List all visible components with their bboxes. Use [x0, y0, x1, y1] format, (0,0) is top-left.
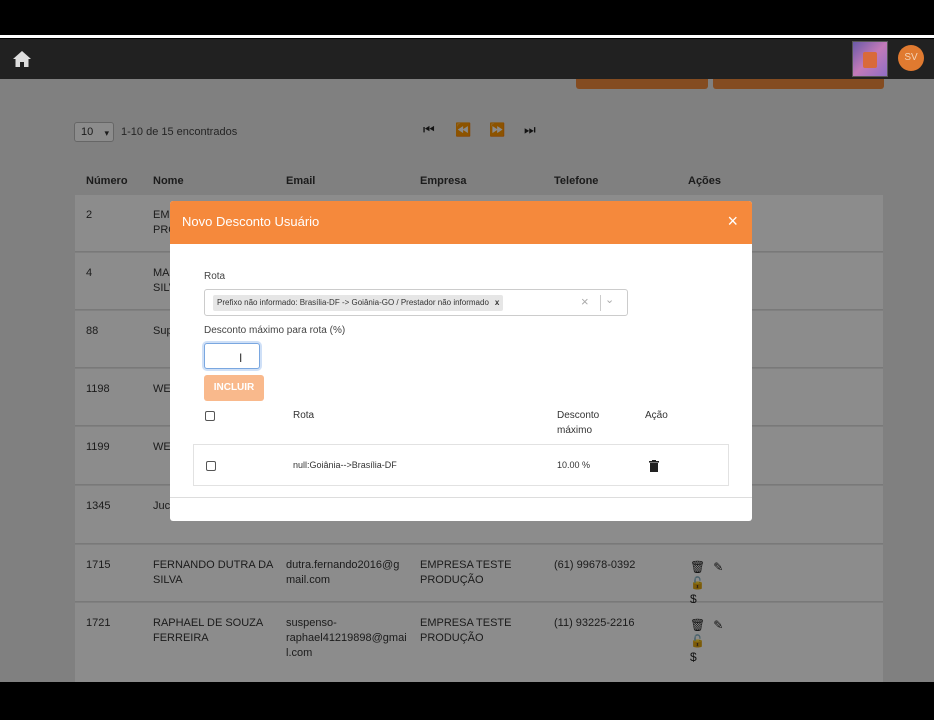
rota-label: Rota [204, 271, 226, 282]
row-checkbox[interactable] [206, 461, 216, 471]
navbar: SV [0, 39, 934, 79]
user-avatar[interactable]: SV [898, 45, 924, 71]
chevron-down-icon[interactable]: ⌄ [605, 293, 614, 306]
company-logo[interactable] [852, 41, 888, 77]
trash-icon[interactable] [649, 460, 659, 475]
modal-header: Novo Desconto Usuário × [170, 201, 752, 244]
modal-column-desconto: Desconto máximo [557, 410, 600, 436]
discount-row: null:Goiânia-->Brasília-DF 10.00 % [193, 444, 729, 486]
top-divider [0, 35, 934, 38]
modal-column-rota: Rota [293, 410, 315, 421]
clear-icon[interactable]: × [581, 294, 589, 309]
modal-footer-divider [170, 497, 752, 498]
rota-selected-chip: Prefixo não informado: Brasília-DF -> Go… [213, 295, 504, 311]
home-icon[interactable] [12, 49, 32, 69]
modal-title: Novo Desconto Usuário [182, 214, 320, 229]
select-divider [600, 295, 601, 311]
incluir-button[interactable]: INCLUIR [204, 375, 264, 401]
new-discount-modal: Novo Desconto Usuário × Rota Prefixo não… [170, 201, 752, 521]
screen: SV 10 ▾ 1-10 de 15 encontrados ⏮ ⏪ ⏩ ⏭ N… [0, 0, 934, 720]
desconto-input[interactable] [204, 343, 260, 369]
chip-remove-icon[interactable]: x [495, 295, 499, 311]
select-all-checkbox[interactable] [205, 411, 215, 421]
rota-selected-text: Prefixo não informado: Brasília-DF -> Go… [217, 298, 489, 307]
discount-value: 10.00 % [557, 460, 591, 470]
close-icon[interactable]: × [727, 211, 738, 232]
rota-select[interactable]: Prefixo não informado: Brasília-DF -> Go… [204, 289, 628, 316]
modal-column-acao: Ação [645, 410, 668, 421]
discount-rota: null:Goiânia-->Brasília-DF [293, 460, 397, 470]
text-cursor-icon: I [239, 351, 243, 365]
bottom-bar [0, 682, 934, 720]
desconto-label: Desconto máximo para rota (%) [204, 325, 346, 336]
